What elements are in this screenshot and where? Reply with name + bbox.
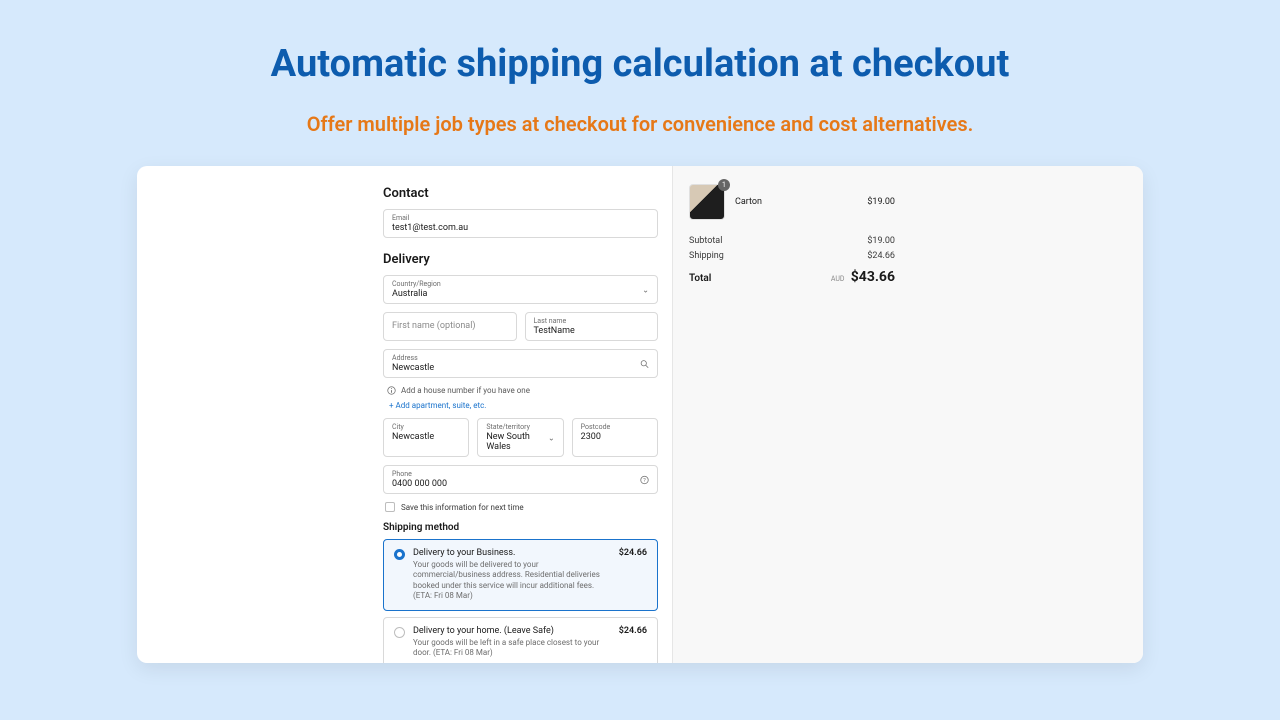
subtotal-label: Subtotal <box>689 236 722 246</box>
shipping-option-title: Delivery to your Business. <box>413 548 611 558</box>
shipping-option-business[interactable]: Delivery to your Business. Your goods wi… <box>383 539 658 611</box>
checkout-card: Contact Email test1@test.com.au Delivery… <box>137 166 1143 663</box>
help-icon[interactable]: ? <box>640 475 649 484</box>
hero-subtitle: Offer multiple job types at checkout for… <box>0 112 1280 136</box>
shipping-options-group: Delivery to your home. (Leave Safe) Your… <box>383 617 658 663</box>
last-name-field[interactable]: Last name TestName <box>525 312 659 341</box>
city-field[interactable]: City Newcastle <box>383 418 469 457</box>
cart-item-name: Carton <box>735 197 857 207</box>
city-value: Newcastle <box>392 432 460 442</box>
order-summary: 1 Carton $19.00 Subtotal $19.00 Shipping… <box>673 166 1143 663</box>
email-label: Email <box>392 214 649 222</box>
shipping-option-home-leavesafe[interactable]: Delivery to your home. (Leave Safe) Your… <box>384 618 657 663</box>
country-select[interactable]: Country/Region Australia ⌄ <box>383 275 658 304</box>
email-field[interactable]: Email test1@test.com.au <box>383 209 658 238</box>
city-label: City <box>392 423 460 431</box>
info-icon <box>387 386 396 395</box>
phone-field[interactable]: Phone 0400 000 000 ? <box>383 465 658 494</box>
house-number-hint: Add a house number if you have one <box>387 386 658 395</box>
checkbox-icon <box>385 502 395 512</box>
shipping-option-desc: Your goods will be delivered to your com… <box>413 560 611 602</box>
country-label: Country/Region <box>392 280 649 288</box>
email-value: test1@test.com.au <box>392 223 649 233</box>
subtotal-value: $19.00 <box>867 236 895 246</box>
state-label: State/territory <box>486 423 554 431</box>
shipping-option-price: $24.66 <box>619 626 647 636</box>
address-value: Newcastle <box>392 363 649 373</box>
address-field[interactable]: Address Newcastle <box>383 349 658 378</box>
cart-thumb-wrap: 1 <box>689 184 725 220</box>
phone-label: Phone <box>392 470 649 478</box>
postcode-value: 2300 <box>581 432 649 442</box>
radio-icon <box>394 549 405 560</box>
shipping-option-price: $24.66 <box>619 548 647 558</box>
search-icon <box>640 359 649 368</box>
total-label: Total <box>689 273 711 284</box>
svg-text:?: ? <box>643 477 646 483</box>
subtotal-row: Subtotal $19.00 <box>689 236 895 246</box>
postcode-field[interactable]: Postcode 2300 <box>572 418 658 457</box>
save-info-label: Save this information for next time <box>401 503 524 512</box>
shipping-option-title: Delivery to your home. (Leave Safe) <box>413 626 611 636</box>
last-name-value: TestName <box>534 326 650 336</box>
add-apartment-link[interactable]: + Add apartment, suite, etc. <box>389 401 486 410</box>
save-info-checkbox[interactable]: Save this information for next time <box>385 502 658 512</box>
cart-item: 1 Carton $19.00 <box>689 184 895 220</box>
shipping-option-desc: Your goods will be left in a safe place … <box>413 638 611 659</box>
postcode-label: Postcode <box>581 423 649 431</box>
contact-heading: Contact <box>383 186 658 201</box>
hero-title: Automatic shipping calculation at checko… <box>0 0 1280 86</box>
radio-icon <box>394 627 405 638</box>
address-label: Address <box>392 354 649 362</box>
total-currency: AUD <box>831 275 845 283</box>
phone-value: 0400 000 000 <box>392 479 649 489</box>
checkout-left-pane: Contact Email test1@test.com.au Delivery… <box>137 166 673 663</box>
first-name-placeholder: First name (optional) <box>392 317 508 335</box>
total-amount: $43.66 <box>851 269 895 285</box>
country-value: Australia <box>392 289 649 299</box>
house-number-hint-text: Add a house number if you have one <box>401 386 530 395</box>
qty-badge: 1 <box>718 179 730 191</box>
shipping-value: $24.66 <box>867 251 895 261</box>
state-value: New South Wales <box>486 432 554 452</box>
chevron-down-icon: ⌄ <box>548 433 555 442</box>
last-name-label: Last name <box>534 317 650 325</box>
state-select[interactable]: State/territory New South Wales ⌄ <box>477 418 563 457</box>
shipping-row: Shipping $24.66 <box>689 251 895 261</box>
delivery-heading: Delivery <box>383 252 658 267</box>
chevron-down-icon: ⌄ <box>642 285 649 294</box>
first-name-field[interactable]: First name (optional) <box>383 312 517 341</box>
shipping-label: Shipping <box>689 251 724 261</box>
cart-item-price: $19.00 <box>867 197 895 207</box>
total-row: Total AUD $43.66 <box>689 269 895 285</box>
shipping-method-heading: Shipping method <box>383 522 658 533</box>
